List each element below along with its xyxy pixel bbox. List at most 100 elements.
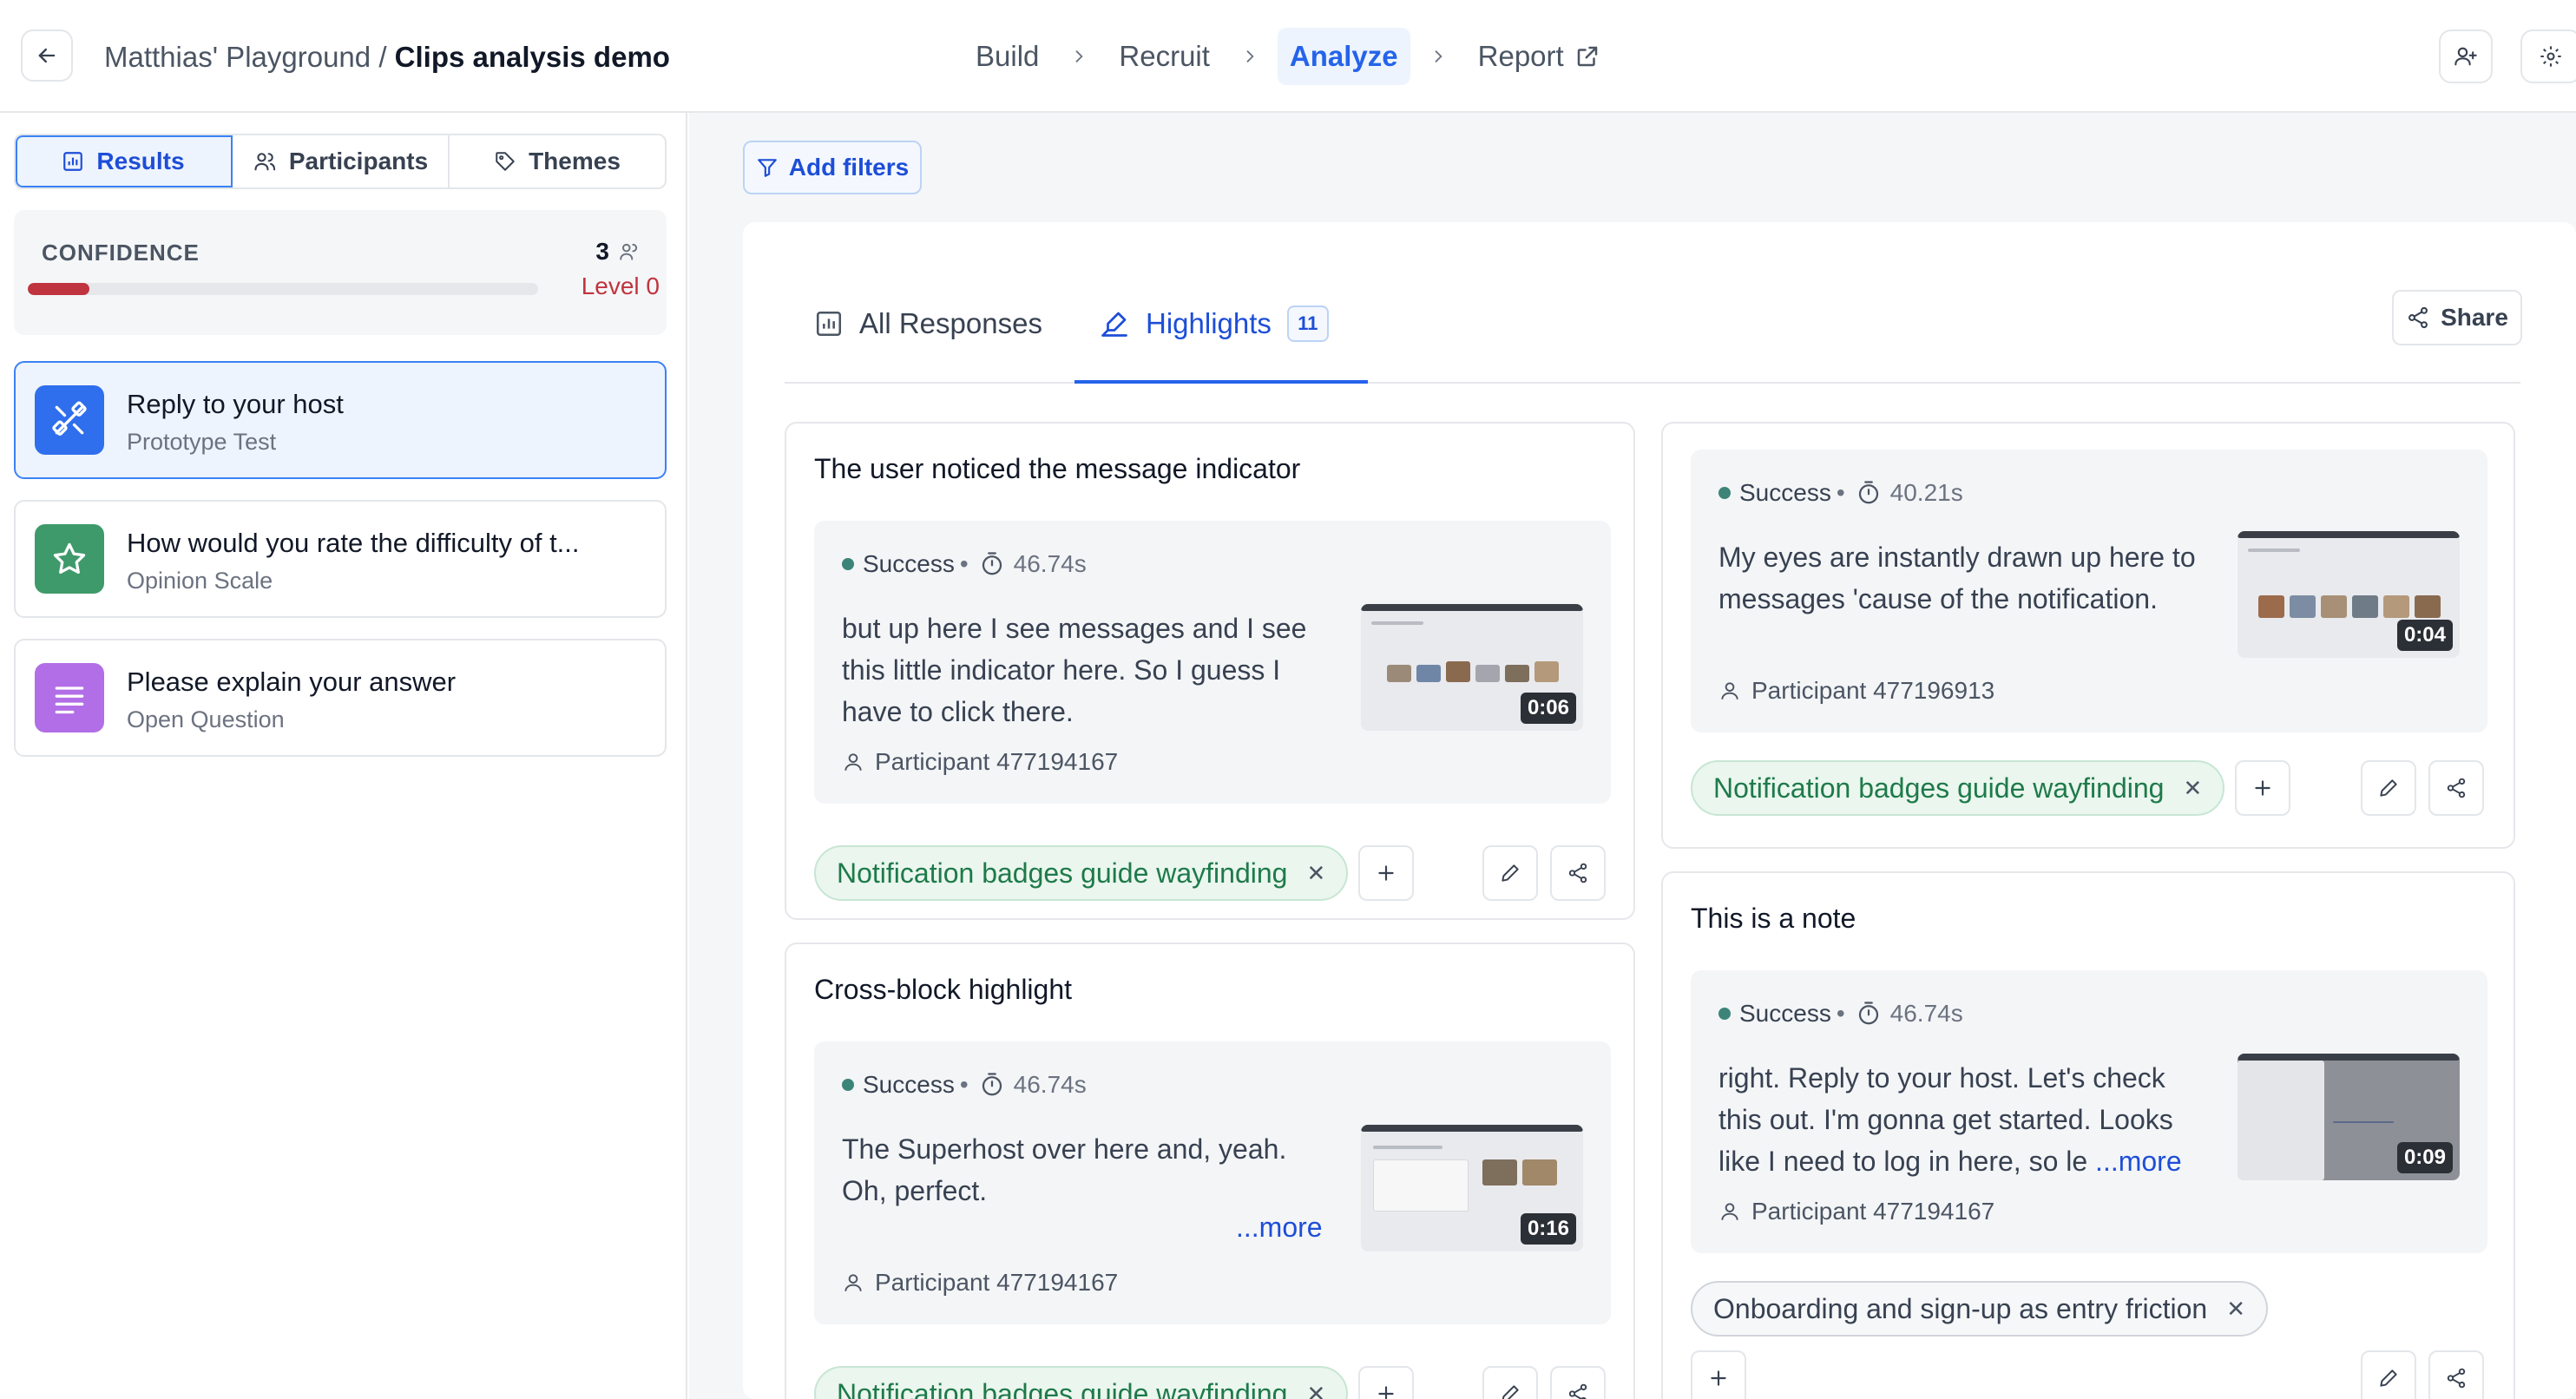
theme-tag[interactable]: Notification badges guide wayfinding ✕	[814, 1366, 1349, 1399]
thumb-browser-bar	[1361, 604, 1583, 611]
clip-quote: but up here I see messages and I see thi…	[842, 613, 1307, 727]
clip-block[interactable]: Success • 40.21s My eyes are instantly d…	[1691, 450, 2487, 732]
tab-highlights[interactable]: Highlights 11	[1099, 293, 1329, 354]
clip-thumbnail[interactable]: 0:16	[1361, 1125, 1583, 1251]
step-analyze[interactable]: Analyze	[1277, 28, 1410, 85]
close-icon[interactable]: ✕	[2183, 775, 2202, 802]
theme-tag[interactable]: Notification badges guide wayfinding ✕	[814, 845, 1349, 901]
highlight-card[interactable]: Cross-block highlight Success • 46.74s T…	[785, 943, 1635, 1399]
thumb-photo	[1505, 665, 1529, 682]
clip-duration: 46.74s	[1013, 550, 1087, 577]
card-actions	[1482, 1366, 1606, 1399]
confidence-panel: CONFIDENCE 3	[14, 210, 667, 335]
thumb-panel	[1373, 1159, 1469, 1212]
edit-button[interactable]	[2361, 1350, 2416, 1399]
edit-button[interactable]	[1482, 1366, 1538, 1399]
confidence-progress-fill	[28, 283, 89, 295]
results-tabs: All Responses Highlights 11 Share	[785, 264, 2522, 384]
highlight-card[interactable]: This is a note Success • 46.74s right. R…	[1661, 871, 2515, 1399]
results-panel: All Responses Highlights 11 Share The us…	[743, 222, 2576, 1399]
question-type: Prototype Test	[127, 429, 277, 455]
plus-icon	[1375, 862, 1397, 884]
user-icon	[842, 1271, 864, 1294]
share-button[interactable]: Share	[2392, 290, 2522, 345]
clip-block[interactable]: Success • 46.74s The Superhost over here…	[814, 1041, 1611, 1324]
clip-quote: My eyes are instantly drawn up here to m…	[1718, 542, 2196, 614]
tab-all-responses[interactable]: All Responses	[814, 293, 1042, 354]
highlight-card[interactable]: Success • 40.21s My eyes are instantly d…	[1661, 422, 2515, 849]
plus-icon	[1375, 1383, 1397, 1399]
question-title: Please explain your answer	[127, 667, 457, 697]
clip-time: 0:04	[2396, 620, 2453, 651]
edit-button[interactable]	[2361, 760, 2416, 816]
back-button[interactable]	[21, 30, 73, 82]
add-tag-button[interactable]	[1691, 1350, 1746, 1399]
clip-thumbnail[interactable]: 0:04	[2238, 531, 2460, 658]
add-filters-button[interactable]: Add filters	[743, 141, 922, 194]
bar-chart-icon	[62, 150, 84, 173]
settings-button[interactable]	[2520, 30, 2576, 83]
close-icon[interactable]: ✕	[1306, 1381, 1325, 1399]
tab-results[interactable]: Results	[16, 135, 233, 187]
breadcrumb-workspace[interactable]: Matthias' Playground	[104, 41, 371, 73]
participant-link[interactable]: Participant 477194167	[842, 748, 1118, 776]
participant-link[interactable]: Participant 477194167	[842, 1269, 1118, 1297]
thumb-photo	[1534, 661, 1559, 682]
main-content: Add filters All Responses Highlights 11 …	[689, 113, 2576, 1399]
share-clip-button[interactable]	[1550, 1366, 1606, 1399]
card-actions	[1482, 845, 1606, 901]
theme-tag[interactable]: Notification badges guide wayfinding ✕	[1691, 760, 2225, 816]
theme-tag[interactable]: Onboarding and sign-up as entry friction…	[1691, 1281, 2269, 1337]
share-clip-button[interactable]	[2428, 760, 2484, 816]
more-link[interactable]: ...more	[1236, 1212, 1323, 1244]
clip-meta: Success • 46.74s	[842, 1071, 1087, 1099]
clip-status: Success	[863, 550, 955, 577]
participant-link[interactable]: Participant 477194167	[1718, 1198, 1994, 1225]
clip-duration: 46.74s	[1889, 1000, 1963, 1027]
more-link[interactable]: ...more	[2095, 1146, 2182, 1177]
share-icon	[1567, 862, 1589, 884]
thumb-photo	[2352, 595, 2378, 618]
sidebar: Results Participants Themes CONFIDENCE 3…	[0, 113, 687, 1399]
sidebar-tabs: Results Participants Themes	[14, 134, 667, 189]
step-report[interactable]: Report	[1466, 28, 1613, 85]
invite-user-button[interactable]	[2439, 30, 2493, 83]
close-icon[interactable]: ✕	[2226, 1296, 2245, 1323]
step-recruit[interactable]: Recruit	[1107, 28, 1222, 85]
question-item-explain-answer[interactable]: Please explain your answer Open Question	[14, 639, 667, 757]
thumb-line	[1373, 1146, 1442, 1149]
step-build[interactable]: Build	[963, 28, 1051, 85]
share-clip-button[interactable]	[2428, 1350, 2484, 1399]
plus-icon	[1707, 1367, 1730, 1389]
question-item-difficulty-rating[interactable]: How would you rate the difficulty of t..…	[14, 500, 667, 618]
clip-meta: Success • 40.21s	[1718, 479, 1963, 507]
success-dot	[842, 558, 854, 570]
clip-quote: right. Reply to your host. Let's check t…	[1718, 1057, 2205, 1182]
edit-button[interactable]	[1482, 845, 1538, 901]
share-icon	[1567, 1383, 1589, 1399]
share-clip-button[interactable]	[1550, 845, 1606, 901]
clip-meta: Success • 46.74s	[1718, 1000, 1963, 1028]
gear-icon	[2539, 44, 2563, 69]
question-item-reply-to-host[interactable]: Reply to your host Prototype Test	[14, 361, 667, 479]
clip-thumbnail[interactable]: 0:06	[1361, 604, 1583, 731]
tab-participants[interactable]: Participants	[233, 135, 450, 187]
thumb-photo	[1475, 665, 1500, 682]
clip-thumbnail[interactable]: 0:09	[2238, 1054, 2460, 1180]
highlight-card[interactable]: The user noticed the message indicator S…	[785, 422, 1635, 920]
pencil-icon	[2377, 1367, 2400, 1389]
add-tag-button[interactable]	[2235, 760, 2291, 816]
participant-link[interactable]: Participant 477196913	[1718, 677, 1994, 705]
bar-chart-icon	[814, 309, 844, 338]
add-tag-button[interactable]	[1358, 1366, 1415, 1399]
add-tag-button[interactable]	[1358, 845, 1415, 901]
tab-results-label: Results	[96, 148, 185, 174]
tab-themes[interactable]: Themes	[450, 135, 665, 187]
clip-block[interactable]: Success • 46.74s right. Reply to your ho…	[1691, 970, 2487, 1253]
close-icon[interactable]: ✕	[1306, 860, 1325, 887]
card-actions	[2361, 760, 2484, 816]
clip-quote: The Superhost over here and, yeah. Oh, p…	[842, 1133, 1287, 1206]
add-filters-label: Add filters	[788, 154, 910, 181]
card-actions	[2361, 1350, 2484, 1399]
clip-block[interactable]: Success • 46.74s but up here I see messa…	[814, 521, 1611, 804]
